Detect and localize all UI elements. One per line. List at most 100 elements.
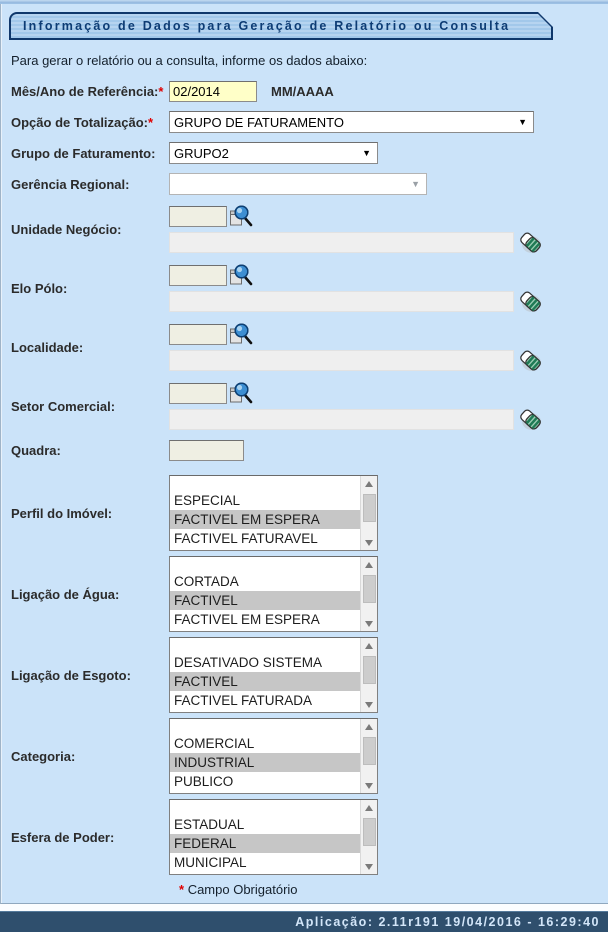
list-item[interactable]: ESPECIAL <box>170 491 360 510</box>
grupo-faturamento-value: GRUPO2 <box>174 146 358 161</box>
list-item[interactable] <box>170 557 360 572</box>
required-asterisk: * <box>179 882 184 897</box>
field-row-mes-ano: Mês/Ano de Referência:* MM/AAAA <box>11 81 608 102</box>
esfera-poder-listbox[interactable]: ESTADUAL FEDERAL MUNICIPAL <box>169 799 378 875</box>
field-row-grupo-faturamento: Grupo de Faturamento: GRUPO2 ▼ <box>11 142 608 164</box>
field-row-setor-comercial: Setor Comercial: <box>11 381 608 432</box>
perfil-imovel-listbox[interactable]: ESPECIAL FACTIVEL EM ESPERA FACTIVEL FAT… <box>169 475 378 551</box>
esfera-poder-label: Esfera de Poder: <box>11 830 169 845</box>
field-row-opcao-totalizacao: Opção de Totalização:* GRUPO DE FATURAME… <box>11 111 608 133</box>
field-row-ligacao-agua: Ligação de Água: CORTADA FACTIVEL FACTIV… <box>11 556 608 632</box>
list-item[interactable]: PUBLICO <box>170 772 360 791</box>
form-panel: Informação de Dados para Geração de Rela… <box>0 4 608 904</box>
list-item-selected[interactable]: FACTIVEL <box>170 591 360 610</box>
unidade-negocio-description <box>169 232 514 253</box>
list-item[interactable]: DESATIVADO SISTEMA <box>170 653 360 672</box>
required-note-text: Campo Obrigatório <box>188 882 298 897</box>
setor-comercial-label: Setor Comercial: <box>11 399 169 414</box>
field-row-localidade: Localidade: <box>11 322 608 373</box>
scroll-up-icon[interactable] <box>361 719 378 734</box>
list-item[interactable]: FACTIVEL FATURADA <box>170 691 360 710</box>
list-item[interactable] <box>170 719 360 734</box>
search-icon[interactable] <box>229 381 253 405</box>
ligacao-agua-listbox[interactable]: CORTADA FACTIVEL FACTIVEL EM ESPERA <box>169 556 378 632</box>
setor-comercial-code-input[interactable] <box>169 383 227 404</box>
list-item-selected[interactable]: FACTIVEL <box>170 672 360 691</box>
scrollbar-thumb[interactable] <box>363 656 376 684</box>
scrollbar[interactable] <box>360 800 377 874</box>
localidade-controls <box>169 322 543 373</box>
unidade-negocio-code-input[interactable] <box>169 206 227 227</box>
grupo-faturamento-select[interactable]: GRUPO2 ▼ <box>169 142 378 164</box>
list-item[interactable]: COMERCIAL <box>170 734 360 753</box>
grupo-faturamento-label: Grupo de Faturamento: <box>11 146 169 161</box>
scrollbar-thumb[interactable] <box>363 575 376 603</box>
scroll-down-icon[interactable] <box>361 697 378 712</box>
report-generation-page: Informação de Dados para Geração de Rela… <box>0 0 608 932</box>
scroll-down-icon[interactable] <box>361 616 378 631</box>
scroll-up-icon[interactable] <box>361 476 378 491</box>
quadra-label: Quadra: <box>11 443 169 458</box>
field-row-quadra: Quadra: <box>11 440 608 461</box>
setor-comercial-description <box>169 409 514 430</box>
eraser-icon[interactable] <box>518 230 543 255</box>
scrollbar-thumb[interactable] <box>363 737 376 765</box>
search-icon[interactable] <box>229 263 253 287</box>
list-item[interactable]: FACTIVEL EM ESPERA <box>170 610 360 629</box>
list-item[interactable]: CORTADA <box>170 572 360 591</box>
instruction-text: Para gerar o relatório ou a consulta, in… <box>11 53 608 68</box>
mes-ano-label: Mês/Ano de Referência:* <box>11 84 169 99</box>
list-item[interactable]: MUNICIPAL <box>170 853 360 872</box>
gerencia-regional-select: ▼ <box>169 173 427 195</box>
localidade-code-input[interactable] <box>169 324 227 345</box>
scroll-up-icon[interactable] <box>361 557 378 572</box>
scroll-down-icon[interactable] <box>361 535 378 550</box>
list-item[interactable]: ESTADUAL <box>170 815 360 834</box>
opcao-totalizacao-select[interactable]: GRUPO DE FATURAMENTO ▼ <box>169 111 534 133</box>
ligacao-esgoto-listbox[interactable]: DESATIVADO SISTEMA FACTIVEL FACTIVEL FAT… <box>169 637 378 713</box>
gerencia-regional-label: Gerência Regional: <box>11 177 169 192</box>
perfil-imovel-label: Perfil do Imóvel: <box>11 506 169 521</box>
date-format-hint: MM/AAAA <box>271 84 334 99</box>
list-item[interactable] <box>170 638 360 653</box>
footer-gap <box>0 904 608 911</box>
setor-comercial-controls <box>169 381 543 432</box>
list-item[interactable]: FACTIVEL FATURAVEL <box>170 529 360 548</box>
search-icon[interactable] <box>229 204 253 228</box>
scroll-down-icon[interactable] <box>361 778 378 793</box>
list-item-selected[interactable]: FEDERAL <box>170 834 360 853</box>
page-title: Informação de Dados para Geração de Rela… <box>11 14 551 38</box>
scroll-up-icon[interactable] <box>361 800 378 815</box>
opcao-totalizacao-label-text: Opção de Totalização: <box>11 115 148 130</box>
list-item[interactable] <box>170 476 360 491</box>
scrollbar[interactable] <box>360 557 377 631</box>
eraser-icon[interactable] <box>518 289 543 314</box>
scrollbar[interactable] <box>360 638 377 712</box>
quadra-input[interactable] <box>169 440 244 461</box>
eraser-icon[interactable] <box>518 348 543 373</box>
scroll-down-icon[interactable] <box>361 859 378 874</box>
categoria-label: Categoria: <box>11 749 169 764</box>
list-item-selected[interactable]: INDUSTRIAL <box>170 753 360 772</box>
required-note: * Campo Obrigatório <box>179 882 608 897</box>
field-row-categoria: Categoria: COMERCIAL INDUSTRIAL PUBLICO <box>11 718 608 794</box>
field-row-esfera-poder: Esfera de Poder: ESTADUAL FEDERAL MUNICI… <box>11 799 608 875</box>
scrollbar[interactable] <box>360 719 377 793</box>
field-row-elo-polo: Elo Pólo: <box>11 263 608 314</box>
list-item-selected[interactable]: FACTIVEL EM ESPERA <box>170 510 360 529</box>
search-icon[interactable] <box>229 322 253 346</box>
unidade-negocio-controls <box>169 204 543 255</box>
scrollbar-thumb[interactable] <box>363 494 376 522</box>
categoria-listbox[interactable]: COMERCIAL INDUSTRIAL PUBLICO <box>169 718 378 794</box>
localidade-label: Localidade: <box>11 340 169 355</box>
field-row-unidade-negocio: Unidade Negócio: <box>11 204 608 255</box>
mes-ano-input[interactable] <box>169 81 257 102</box>
list-item[interactable] <box>170 800 360 815</box>
scrollbar-thumb[interactable] <box>363 818 376 846</box>
title-bar: Informação de Dados para Geração de Rela… <box>9 12 553 40</box>
field-row-gerencia-regional: Gerência Regional: ▼ <box>11 173 608 195</box>
eraser-icon[interactable] <box>518 407 543 432</box>
scrollbar[interactable] <box>360 476 377 550</box>
elo-polo-code-input[interactable] <box>169 265 227 286</box>
scroll-up-icon[interactable] <box>361 638 378 653</box>
